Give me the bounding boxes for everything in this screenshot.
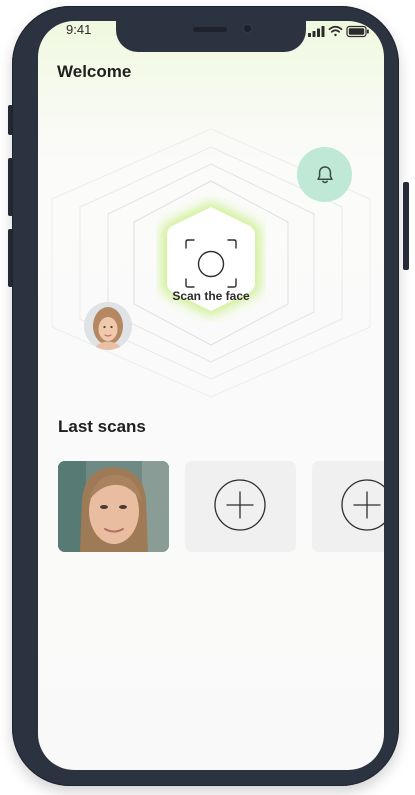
add-scan-button[interactable] xyxy=(185,461,296,552)
status-time: 9:41 xyxy=(66,22,92,37)
wifi-icon xyxy=(328,25,343,37)
user-avatar[interactable] xyxy=(84,302,132,350)
add-scan-button[interactable] xyxy=(312,461,384,552)
scan-photo xyxy=(58,461,169,552)
avatar-photo xyxy=(84,302,132,350)
status-icons xyxy=(308,25,369,38)
plus-circle-icon xyxy=(214,479,266,531)
scan-face-button[interactable] xyxy=(156,196,266,322)
bell-icon xyxy=(316,165,333,183)
speaker-grille xyxy=(193,27,227,32)
page-title: Welcome xyxy=(57,62,132,81)
plus-circle-icon xyxy=(341,479,384,531)
last-scan-item[interactable] xyxy=(58,461,169,552)
app-screen: 9:41 Welcome Scan the face Last scans xyxy=(38,21,384,770)
signal-icon xyxy=(308,26,325,37)
scan-rings-decoration xyxy=(51,128,371,398)
front-camera xyxy=(242,23,253,34)
battery-icon xyxy=(346,25,369,38)
phone-mockup: 9:41 Welcome Scan the face Last scans xyxy=(0,0,415,795)
scan-face-label: Scan the face xyxy=(172,289,250,303)
last-scans-title: Last scans xyxy=(58,417,146,436)
power-button xyxy=(403,182,409,270)
device-notch xyxy=(116,21,306,52)
notifications-button[interactable] xyxy=(297,147,352,202)
